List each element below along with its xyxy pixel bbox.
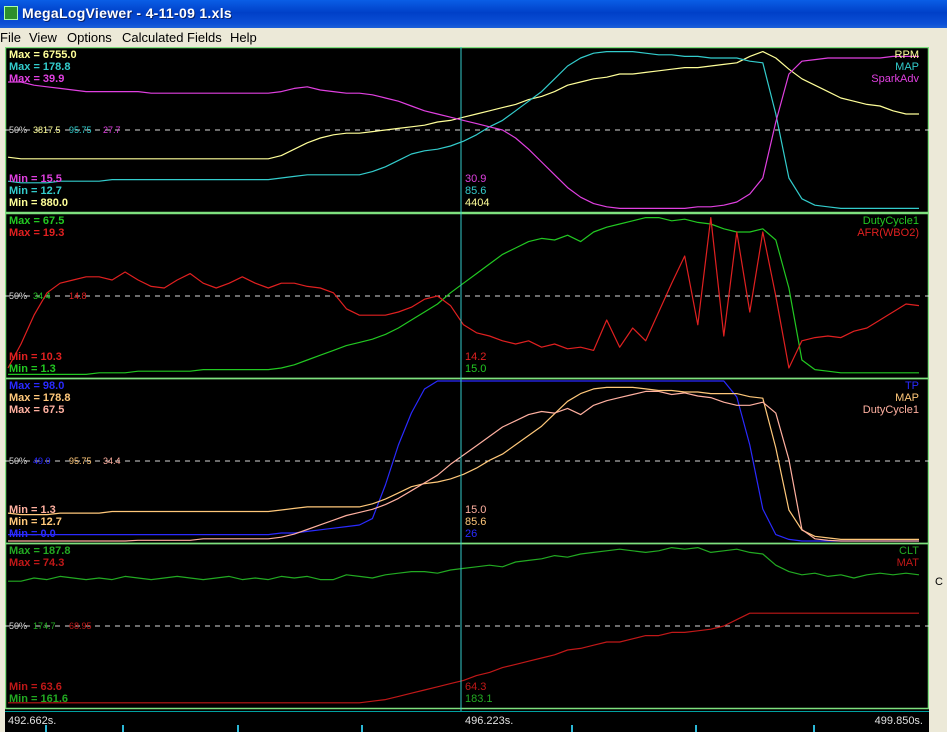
graph-canvas[interactable] (5, 47, 929, 711)
cursor-value-label: 183.1 (465, 693, 493, 705)
cursor-value-label: 30.9 (465, 173, 487, 185)
midline-value-label: 68.95 (69, 621, 92, 631)
midline-value-label: 50% (9, 291, 28, 301)
midline-value-label: 50% (9, 621, 28, 631)
right-edge-char: C (935, 576, 943, 588)
cursor-value-label: 26 (465, 528, 478, 540)
legend-label: MAP (895, 61, 919, 73)
legend-label: DutyCycle1 (862, 404, 919, 416)
min-value-label: Min = 161.6 (9, 693, 69, 705)
min-value-label: Min = 880.0 (9, 197, 69, 209)
series-clt-line (8, 547, 920, 582)
midline-value-label: 95.75 (69, 125, 92, 135)
menu-bar: File View Options Calculated Fields Help (0, 28, 947, 47)
max-value-label: Max = 98.0 (9, 380, 65, 392)
max-value-label: Max = 67.5 (9, 404, 65, 416)
legend-label: AFR(WBO2) (857, 227, 919, 239)
min-value-label: Min = 10.3 (9, 351, 62, 363)
legend-label: TP (904, 380, 919, 392)
max-value-label: Max = 187.8 (9, 545, 71, 557)
max-value-label: Max = 74.3 (9, 557, 65, 569)
legend-label: MAT (896, 557, 919, 569)
midline-value-label: 50% (9, 456, 28, 466)
midline-value-label: 95.75 (69, 456, 92, 466)
graph-area[interactable]: Max = 6755.0 Max = 178.8 Max = 39.9 Min = 1… (5, 47, 929, 711)
cursor-value-label: 15.0 (465, 504, 487, 516)
min-value-label: Min = 63.6 (9, 681, 62, 693)
legend-label: RPM (894, 49, 919, 61)
cursor-value-label: 85.6 (465, 185, 487, 197)
series-mat-line (8, 612, 919, 704)
time-tick (361, 725, 363, 732)
series-map-overlay-line (7, 386, 919, 540)
time-axis[interactable]: 492.662s. 496.223s. 499.850s. (5, 711, 929, 732)
cursor-value-label: 4404 (465, 197, 490, 209)
midline-value-label: 3817.5 (33, 125, 61, 135)
max-value-label: Max = 19.3 (9, 227, 65, 239)
max-value-label: Max = 67.5 (9, 215, 65, 227)
cursor-value-label: 14.2 (465, 351, 487, 363)
min-value-label: Min = 15.5 (9, 173, 62, 185)
max-value-label: Max = 39.9 (9, 73, 65, 85)
time-start-label: 492.662s. (8, 715, 57, 727)
min-value-label: Min = 0.0 (9, 528, 56, 540)
series-dutycycle1-overlay-line (8, 390, 919, 542)
time-tick (813, 725, 815, 732)
cursor-value-label: 85.6 (465, 516, 487, 528)
legend-label: SparkAdv (871, 73, 919, 85)
time-cursor-label: 496.223s. (465, 715, 514, 727)
time-end-label: 499.850s. (874, 715, 923, 727)
min-value-label: Min = 12.7 (9, 185, 62, 197)
menu-options[interactable]: Options (67, 30, 112, 45)
series-dutycycle1-line (8, 217, 919, 375)
app-icon (4, 6, 18, 20)
time-tick (45, 725, 47, 732)
midline-value-label: 174.7 (33, 621, 56, 631)
series-sparkadv-line (8, 55, 919, 209)
midline-value-label: 14.8 (69, 291, 87, 301)
time-tick (695, 725, 697, 732)
midline-value-label: 50% (9, 125, 28, 135)
legend-label: CLT (899, 545, 919, 557)
max-value-label: Max = 6755.0 (9, 49, 77, 61)
min-value-label: Min = 1.3 (9, 363, 56, 375)
min-value-label: Min = 12.7 (9, 516, 62, 528)
midline-value-label: 27.7 (103, 125, 121, 135)
window-title: MegaLogViewer - 4-11-09 1.xls (22, 5, 232, 21)
min-value-label: Min = 1.3 (9, 504, 56, 516)
time-tick (237, 725, 239, 732)
midline-value-label: 49.0 (33, 456, 51, 466)
legend-label: DutyCycle1 (862, 215, 919, 227)
menu-file[interactable]: File (0, 30, 21, 45)
legend-label: MAP (895, 392, 919, 404)
midline-value-label: 34.4 (33, 291, 51, 301)
cursor-value-label: 15.0 (465, 363, 487, 375)
midline-value-label: 34.4 (103, 456, 121, 466)
time-tick (571, 725, 573, 732)
max-value-label: Max = 178.8 (9, 61, 71, 73)
max-value-label: Max = 178.8 (9, 392, 71, 404)
cursor-value-label: 64.3 (465, 681, 487, 693)
title-bar: MegaLogViewer - 4-11-09 1.xls (0, 0, 947, 28)
series-afr-wbo2--line (7, 217, 920, 369)
series-rpm-line (7, 50, 919, 160)
series-tp-line (8, 380, 919, 542)
menu-help[interactable]: Help (230, 30, 257, 45)
series-map-line (7, 50, 919, 209)
time-tick (122, 725, 124, 732)
menu-calculated-fields[interactable]: Calculated Fields (122, 30, 222, 45)
menu-view[interactable]: View (29, 30, 57, 45)
right-edge-strip (929, 47, 947, 732)
